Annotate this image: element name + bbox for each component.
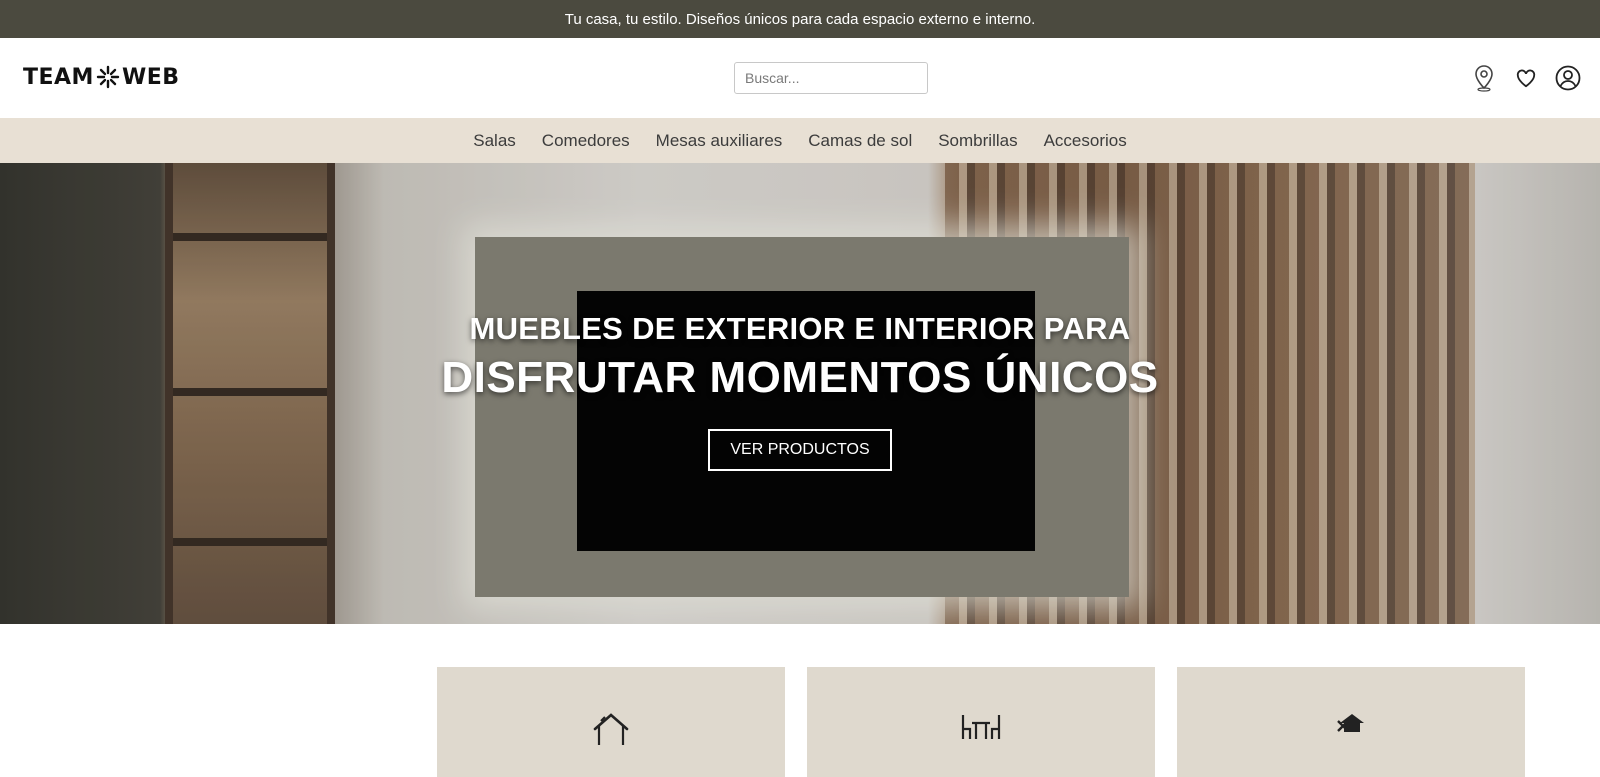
nav-item-accesorios[interactable]: Accesorios (1044, 131, 1127, 151)
logo-burst-icon (96, 65, 120, 89)
category-card[interactable] (807, 667, 1155, 777)
category-card[interactable] (1177, 667, 1525, 777)
logo[interactable]: TEAM WEB (23, 64, 180, 90)
heart-icon[interactable] (1512, 64, 1540, 92)
nav-item-mesas-auxiliares[interactable]: Mesas auxiliares (656, 131, 783, 151)
hero-heading-line1: MUEBLES DE EXTERIOR E INTERIOR PARA (469, 311, 1131, 346)
search-input[interactable] (734, 62, 928, 94)
nav-item-salas[interactable]: Salas (473, 131, 516, 151)
category-nav: Salas Comedores Mesas auxiliares Camas d… (0, 118, 1600, 163)
site-header: TEAM WEB (0, 38, 1600, 118)
announcement-text: Tu casa, tu estilo. Diseños únicos para … (564, 10, 1036, 28)
header-icons (1470, 64, 1582, 92)
user-account-icon[interactable] (1554, 64, 1582, 92)
house-tools-icon (1337, 714, 1364, 732)
category-card[interactable] (437, 667, 785, 777)
category-cards (437, 667, 1525, 777)
view-products-button[interactable]: VER PRODUCTOS (708, 429, 892, 471)
hero-heading-line2: DISFRUTAR MOMENTOS ÚNICOS (441, 353, 1159, 402)
dining-table-icon (961, 715, 1001, 739)
announcement-bar: Tu casa, tu estilo. Diseños únicos para … (0, 0, 1600, 38)
nav-item-sombrillas[interactable]: Sombrillas (938, 131, 1017, 151)
nav-item-comedores[interactable]: Comedores (542, 131, 630, 151)
house-icon (593, 713, 629, 745)
hero-content: MUEBLES DE EXTERIOR E INTERIOR PARA DISF… (0, 311, 1600, 471)
location-pin-icon[interactable] (1470, 64, 1498, 92)
nav-item-camas-de-sol[interactable]: Camas de sol (808, 131, 912, 151)
logo-text-left: TEAM (23, 64, 94, 90)
logo-text-right: WEB (121, 64, 180, 90)
hero-banner: MUEBLES DE EXTERIOR E INTERIOR PARA DISF… (0, 163, 1600, 624)
